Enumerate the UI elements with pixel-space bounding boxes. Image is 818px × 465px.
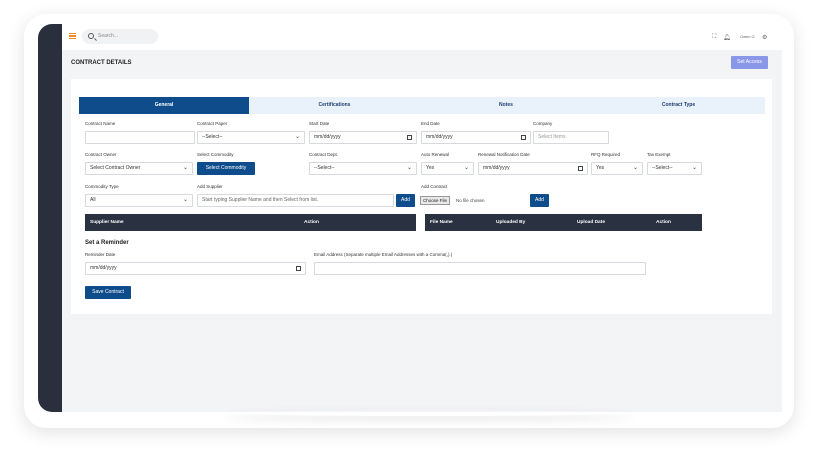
- chevron-down-icon: ⌄: [294, 134, 300, 140]
- chevron-down-icon: ⌄: [182, 197, 188, 203]
- reminder-section-title: Set a Reminder: [85, 240, 129, 246]
- calendar-icon[interactable]: [296, 266, 301, 271]
- company-select[interactable]: Select Items: [533, 131, 609, 144]
- chevron-down-icon: ⌄: [182, 165, 188, 171]
- auto-renewal-select[interactable]: Yes ⌄: [421, 162, 474, 175]
- contract-owner-select[interactable]: Select Contract Owner ⌄: [85, 162, 193, 175]
- start-date-label: Start Date: [309, 121, 330, 126]
- tab-general[interactable]: General: [79, 97, 249, 114]
- contract-owner-value: Select Contract Owner: [90, 165, 141, 171]
- select-commodity-button[interactable]: Select Commodity: [197, 162, 255, 175]
- contract-dept-label: Contract Dept.: [309, 152, 339, 157]
- end-date-input[interactable]: mm/dd/yyyy: [421, 131, 531, 144]
- contract-card: General Certifications Notes Contract Ty…: [71, 79, 772, 314]
- contract-dept-value: --Select--: [314, 165, 335, 171]
- contract-paper-value: --Select--: [202, 134, 223, 140]
- chevron-down-icon: ⌄: [632, 165, 638, 171]
- email-address-label: Email Address (Separate multiple Email A…: [314, 252, 453, 257]
- app-area: Search... ⛶ 🔔︎ Owen G ⚙ CONTRACT DETAILS…: [62, 24, 782, 412]
- choose-file-button[interactable]: Choose File: [420, 196, 451, 205]
- commodity-type-value: All: [90, 197, 96, 203]
- tax-exempt-select[interactable]: --Select-- ⌄: [647, 162, 702, 175]
- sidebar: [38, 24, 62, 412]
- file-status: No file chosen: [456, 198, 485, 203]
- renewal-notification-date-label: Renewal Notification Date: [478, 152, 530, 157]
- reminder-date-label: Reminder Date: [85, 252, 116, 257]
- calendar-icon[interactable]: [578, 166, 583, 171]
- add-supplier-input[interactable]: Start typing Supplier Name and then Sele…: [197, 194, 394, 207]
- reminder-date-input[interactable]: mm/dd/yyyy: [85, 262, 306, 275]
- start-date-value: mm/dd/yyyy: [314, 134, 341, 140]
- reminder-date-value: mm/dd/yyyy: [90, 265, 117, 271]
- calendar-icon[interactable]: [407, 135, 412, 140]
- search-placeholder: Search...: [98, 33, 119, 39]
- calendar-icon[interactable]: [521, 135, 526, 140]
- menu-icon[interactable]: [69, 33, 76, 40]
- decorative-shadow: [224, 410, 634, 416]
- select-commodity-label: Select Commodity: [197, 152, 234, 157]
- tab-contract-type[interactable]: Contract Type: [592, 97, 765, 114]
- renewal-notification-date-input[interactable]: mm/dd/yyyy: [478, 162, 588, 175]
- contract-paper-select[interactable]: --Select-- ⌄: [197, 131, 305, 144]
- contract-owner-label: Contract Owner: [85, 152, 117, 157]
- contract-dept-select[interactable]: --Select-- ⌄: [309, 162, 417, 175]
- auto-renewal-label: Auto Renewal: [421, 152, 450, 157]
- tax-exempt-value: --Select--: [652, 165, 673, 171]
- search-icon: [88, 33, 94, 39]
- column-header: Uploaded By: [496, 220, 526, 225]
- contract-name-label: Contract Name: [85, 121, 116, 126]
- rfq-required-value: Yes: [596, 165, 605, 171]
- notification-bell-icon[interactable]: 🔔︎: [723, 34, 731, 41]
- gear-icon[interactable]: ⚙: [762, 34, 767, 41]
- add-supplier-button[interactable]: Add: [396, 194, 415, 207]
- email-address-input[interactable]: [314, 262, 646, 275]
- chevron-down-icon: ⌄: [406, 165, 412, 171]
- commodity-type-label: Commodity Type: [85, 184, 119, 189]
- device-frame: Search... ⛶ 🔔︎ Owen G ⚙ CONTRACT DETAILS…: [24, 14, 794, 428]
- contract-paper-label: Contract Paper: [197, 121, 228, 126]
- column-header: File Name: [430, 220, 453, 225]
- commodity-type-select[interactable]: All ⌄: [85, 194, 193, 207]
- start-date-input[interactable]: mm/dd/yyyy: [309, 131, 417, 144]
- contract-name-input[interactable]: [85, 131, 195, 144]
- tab-certifications[interactable]: Certifications: [249, 97, 420, 114]
- renewal-date-value: mm/dd/yyyy: [483, 165, 510, 171]
- add-contract-button[interactable]: Add: [530, 194, 549, 207]
- page-title: CONTRACT DETAILS: [71, 60, 132, 66]
- chevron-down-icon: ⌄: [463, 165, 469, 171]
- tab-notes[interactable]: Notes: [420, 97, 592, 114]
- company-label: Company: [533, 121, 553, 126]
- end-date-label: End Date: [421, 121, 440, 126]
- save-contract-button[interactable]: Save Contract: [85, 286, 131, 299]
- end-date-value: mm/dd/yyyy: [426, 134, 453, 140]
- rfq-required-label: RFQ Required: [591, 152, 621, 157]
- column-header: Action: [656, 220, 671, 225]
- column-header: Action: [304, 220, 319, 225]
- rfq-required-select[interactable]: Yes ⌄: [591, 162, 643, 175]
- column-header: Upload Date: [577, 220, 605, 225]
- file-table-header: File Name Uploaded By Upload Date Action: [425, 214, 702, 231]
- chevron-down-icon: ⌄: [691, 165, 697, 171]
- supplier-table-header: Supplier Name Action: [85, 214, 416, 231]
- add-contract-label: Add Contract: [421, 184, 448, 189]
- tab-bar: General Certifications Notes Contract Ty…: [79, 97, 765, 114]
- column-header: Supplier Name: [90, 220, 124, 225]
- set-access-button[interactable]: Set Access: [731, 56, 768, 69]
- user-name[interactable]: Owen G: [740, 34, 755, 39]
- fullscreen-icon[interactable]: ⛶: [712, 34, 716, 41]
- tax-exempt-label: Tax Exempt: [647, 152, 671, 157]
- auto-renewal-value: Yes: [426, 165, 435, 171]
- top-bar: Search... ⛶ 🔔︎ Owen G ⚙: [62, 24, 782, 50]
- add-supplier-label: Add Supplier: [197, 184, 223, 189]
- search-input[interactable]: Search...: [82, 29, 158, 44]
